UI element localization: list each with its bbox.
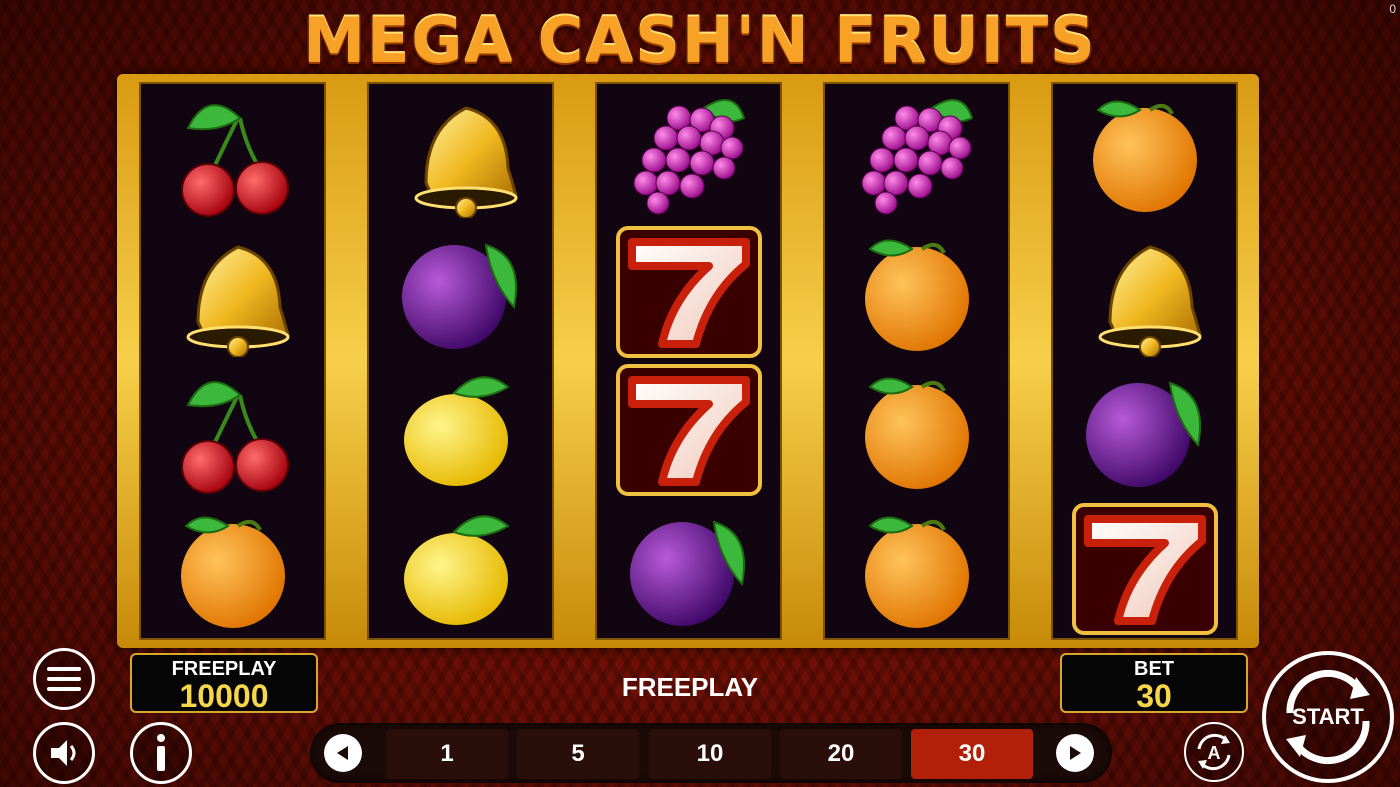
reel-3 — [595, 82, 782, 640]
bet-option-5[interactable]: 5 — [517, 729, 639, 779]
orange-icon — [825, 500, 1008, 639]
bet-selector: 1 5 10 20 30 — [310, 723, 1112, 783]
orange-icon — [825, 361, 1008, 500]
info-icon — [157, 734, 165, 771]
orange-icon — [141, 500, 324, 639]
orange-icon — [825, 223, 1008, 362]
game-title: MEGA CASH'N FRUITS — [303, 4, 1097, 77]
autoplay-button[interactable]: A — [1184, 722, 1244, 782]
start-label: START — [1292, 704, 1364, 729]
speaker-icon — [51, 740, 76, 766]
bet-option-30[interactable]: 30 — [911, 729, 1033, 779]
bell-icon — [1053, 223, 1236, 362]
bet-next-button[interactable] — [1056, 734, 1094, 772]
reel-5 — [1051, 82, 1238, 640]
bet-value: 30 — [1136, 678, 1172, 714]
seven-icon — [597, 223, 780, 362]
orange-icon — [1053, 84, 1236, 223]
reel-1 — [139, 82, 326, 640]
plum-icon — [597, 500, 780, 639]
plum-icon — [369, 223, 552, 362]
balance-value: 10000 — [179, 678, 269, 714]
hamburger-icon — [47, 667, 81, 691]
cherry-icon — [141, 84, 324, 223]
grapes-icon — [825, 84, 1008, 223]
seven-icon — [597, 361, 780, 500]
grapes-icon — [597, 84, 780, 223]
triangle-right-icon — [1070, 746, 1081, 760]
balance-box: FREEPLAY 10000 — [130, 653, 318, 713]
seven-icon — [1053, 500, 1236, 639]
sound-button[interactable] — [33, 722, 95, 784]
lemon-icon — [369, 500, 552, 639]
bell-icon — [141, 223, 324, 362]
bet-box: BET 30 — [1060, 653, 1248, 713]
cherry-icon — [141, 361, 324, 500]
autoplay-icon: A — [1197, 733, 1231, 771]
menu-button[interactable] — [33, 648, 95, 710]
bet-option-20[interactable]: 20 — [780, 729, 902, 779]
bet-prev-button[interactable] — [324, 734, 362, 772]
lemon-icon — [369, 361, 552, 500]
triangle-left-icon — [337, 746, 348, 760]
reel-frame — [117, 74, 1259, 648]
bet-option-1[interactable]: 1 — [386, 729, 508, 779]
info-button[interactable] — [130, 722, 192, 784]
bell-icon — [369, 84, 552, 223]
start-button[interactable]: START — [1262, 651, 1394, 783]
reel-2 — [367, 82, 554, 640]
bet-option-10[interactable]: 10 — [649, 729, 771, 779]
plum-icon — [1053, 361, 1236, 500]
status-text: FREEPLAY — [621, 672, 759, 702]
autoplay-label: A — [1208, 743, 1221, 763]
reel-4 — [823, 82, 1010, 640]
